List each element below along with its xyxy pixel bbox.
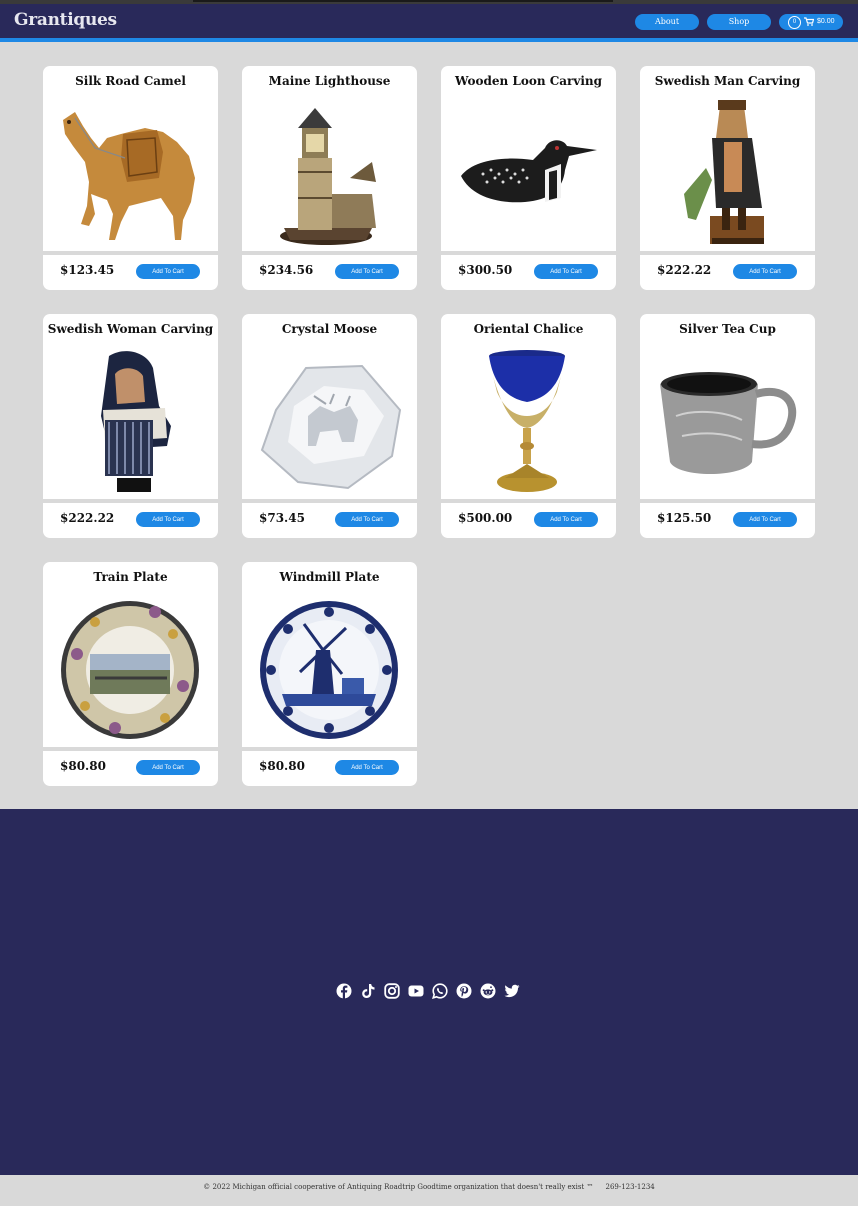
pinterest-icon[interactable]: [456, 983, 472, 999]
man-carving-image[interactable]: [652, 98, 803, 248]
product-title[interactable]: Oriental Chalice: [441, 322, 616, 336]
cart-button[interactable]: 0 $0.00: [779, 14, 843, 30]
site-header: Grantiques About Shop 0 $0.00: [0, 4, 858, 38]
add-to-cart-button[interactable]: Add To Cart: [733, 264, 797, 279]
whatsapp-icon[interactable]: [432, 983, 448, 999]
tiktok-icon[interactable]: [360, 983, 376, 999]
product-card: Oriental Chalice $500.00 Add To Cart: [441, 314, 616, 538]
phone-number[interactable]: 269-123-1234: [605, 1183, 654, 1191]
add-to-cart-button[interactable]: Add To Cart: [335, 512, 399, 527]
product-card: Silk Road Camel $123.45 Add To Cart: [43, 66, 218, 290]
product-title[interactable]: Swedish Woman Carving: [43, 322, 218, 336]
facebook-icon[interactable]: [336, 983, 352, 999]
camel-carving-image[interactable]: [55, 98, 206, 248]
reddit-icon[interactable]: [480, 983, 496, 999]
tea-cup-image[interactable]: [652, 346, 803, 496]
product-title[interactable]: Windmill Plate: [242, 570, 417, 584]
add-to-cart-button[interactable]: Add To Cart: [136, 512, 200, 527]
product-price: $222.22: [60, 511, 115, 525]
product-title[interactable]: Silk Road Camel: [43, 74, 218, 88]
add-to-cart-button[interactable]: Add To Cart: [335, 760, 399, 775]
loon-carving-image[interactable]: [453, 98, 604, 248]
copyright-bar: © 2022 Michigan official cooperative of …: [0, 1175, 858, 1206]
product-price: $73.45: [259, 511, 305, 525]
product-title[interactable]: Wooden Loon Carving: [441, 74, 616, 88]
product-title[interactable]: Train Plate: [43, 570, 218, 584]
product-grid: Silk Road Camel $123.45 Add To Cart Main…: [0, 42, 858, 809]
twitter-icon[interactable]: [504, 983, 520, 999]
crystal-moose-image[interactable]: [254, 346, 405, 496]
product-price: $500.00: [458, 511, 513, 525]
product-title[interactable]: Maine Lighthouse: [242, 74, 417, 88]
copyright-text: © 2022 Michigan official cooperative of …: [203, 1183, 594, 1191]
product-price: $125.50: [657, 511, 712, 525]
cart-icon: [804, 17, 815, 33]
product-card: Windmill Plate $80.80 Add To Cart: [242, 562, 417, 786]
product-price: $80.80: [60, 759, 106, 773]
product-card: Wooden Loon Carving $300.50 Add To Cart: [441, 66, 616, 290]
add-to-cart-button[interactable]: Add To Cart: [136, 760, 200, 775]
product-card: Maine Lighthouse $234.56 Add To Cart: [242, 66, 417, 290]
chalice-image[interactable]: [453, 346, 604, 496]
add-to-cart-button[interactable]: Add To Cart: [534, 512, 598, 527]
youtube-icon[interactable]: [408, 983, 424, 999]
cart-count: 0: [788, 16, 801, 29]
add-to-cart-button[interactable]: Add To Cart: [534, 264, 598, 279]
brand-logo[interactable]: Grantiques: [14, 10, 117, 30]
product-price: $80.80: [259, 759, 305, 773]
instagram-icon[interactable]: [384, 983, 400, 999]
windmill-plate-image[interactable]: [254, 594, 405, 744]
nav-about-button[interactable]: About: [635, 14, 699, 30]
product-title[interactable]: Silver Tea Cup: [640, 322, 815, 336]
product-card: Silver Tea Cup $125.50 Add To Cart: [640, 314, 815, 538]
product-price: $123.45: [60, 263, 115, 277]
product-card: Train Plate $80.80 Add To Cart: [43, 562, 218, 786]
product-card: Crystal Moose $73.45 Add To Cart: [242, 314, 417, 538]
site-footer: [0, 809, 858, 1175]
add-to-cart-button[interactable]: Add To Cart: [733, 512, 797, 527]
product-title[interactable]: Crystal Moose: [242, 322, 417, 336]
add-to-cart-button[interactable]: Add To Cart: [335, 264, 399, 279]
product-price: $300.50: [458, 263, 513, 277]
cart-total: $0.00: [817, 18, 835, 25]
train-plate-image[interactable]: [55, 594, 206, 744]
woman-carving-image[interactable]: [55, 346, 206, 496]
product-price: $222.22: [657, 263, 712, 277]
nav-shop-button[interactable]: Shop: [707, 14, 771, 30]
add-to-cart-button[interactable]: Add To Cart: [136, 264, 200, 279]
product-card: Swedish Woman Carving $222.22 Add To Car…: [43, 314, 218, 538]
product-price: $234.56: [259, 263, 314, 277]
product-title[interactable]: Swedish Man Carving: [640, 74, 815, 88]
product-card: Swedish Man Carving $222.22 Add To Cart: [640, 66, 815, 290]
lighthouse-image[interactable]: [254, 98, 405, 248]
